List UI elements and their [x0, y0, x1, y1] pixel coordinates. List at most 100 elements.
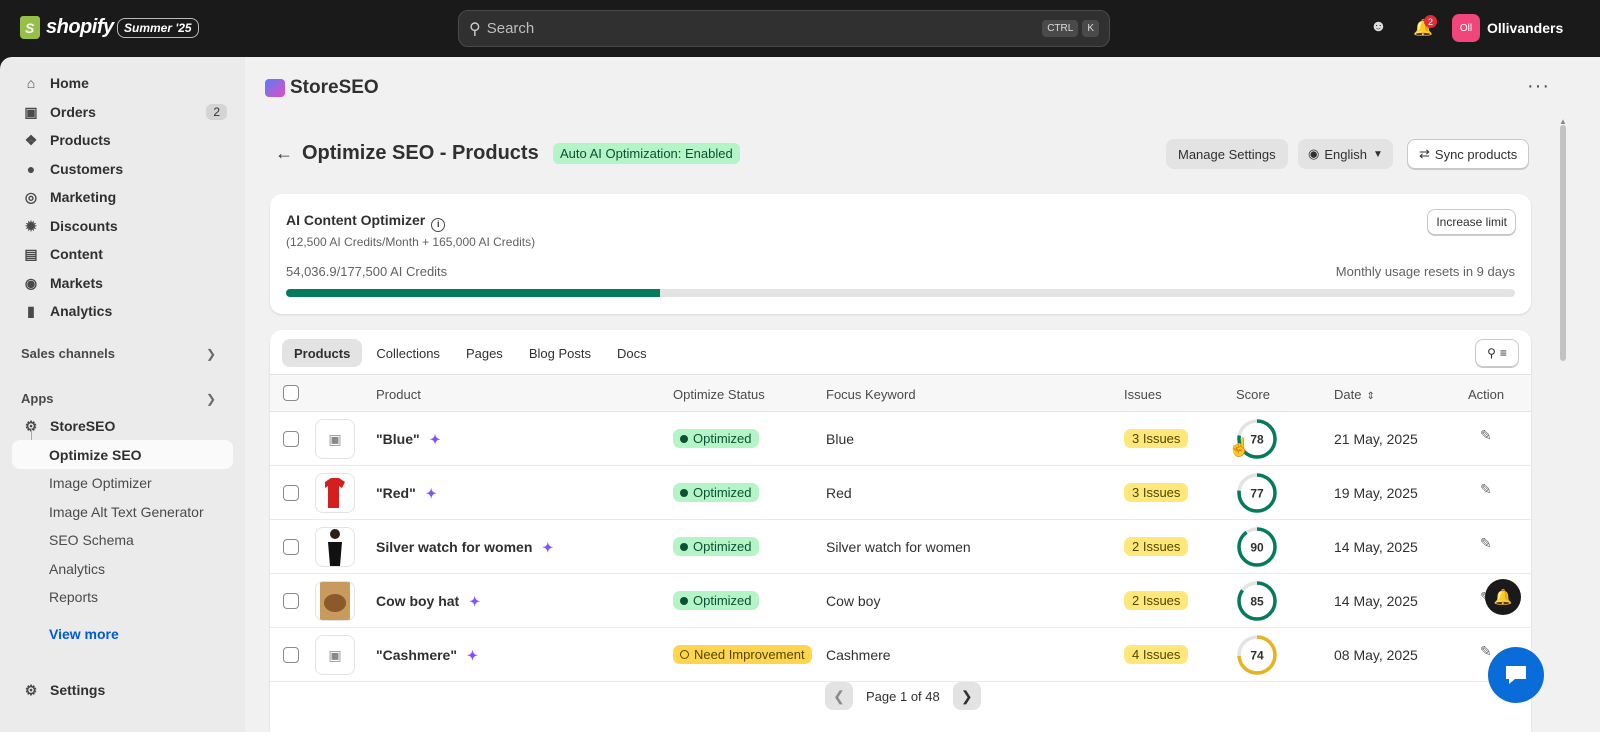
product-name[interactable]: "Red" ✦: [376, 485, 437, 502]
product-thumbnail: ▣: [315, 635, 355, 675]
image-placeholder-icon: ▣: [328, 430, 342, 447]
issues-badge[interactable]: 4 Issues: [1124, 645, 1189, 664]
issues-badge[interactable]: 3 Issues: [1124, 483, 1189, 502]
table-row[interactable]: ▣ "Blue" ✦ Optimized Blue 3 Issues 78 21 May, 2…: [270, 412, 1531, 466]
row-checkbox[interactable]: [283, 647, 299, 663]
table-row[interactable]: Cow boy hat ✦ Optimized Cow boy 2 Issues 85 14…: [270, 574, 1531, 628]
table-row[interactable]: ▣ "Cashmere" ✦ Need Improvement Cashmere 4 Is…: [270, 628, 1531, 682]
sidebar-sub-reports[interactable]: Reports: [49, 589, 98, 605]
apps-label[interactable]: Apps: [21, 391, 54, 406]
issues-badge[interactable]: 2 Issues: [1124, 537, 1189, 556]
chevron-down-icon: ▼: [1372, 148, 1383, 160]
issues-badge[interactable]: 3 Issues: [1124, 429, 1189, 448]
sidebar-item-storeseo[interactable]: ⚙ StoreSEO: [12, 412, 233, 440]
ai-sparkle-icon[interactable]: ✦: [469, 594, 480, 609]
issues-badge[interactable]: 2 Issues: [1124, 591, 1189, 610]
ai-sparkle-icon[interactable]: ✦: [430, 432, 441, 447]
more-options-icon[interactable]: ···: [1527, 75, 1550, 98]
sidebar-item-label: Analytics: [50, 303, 113, 319]
search-filter-button[interactable]: ⚲ ≡: [1475, 339, 1519, 367]
sidebar-item-content[interactable]: ▤ Content: [12, 240, 233, 268]
row-checkbox[interactable]: [283, 431, 299, 447]
select-all-checkbox[interactable]: [283, 385, 299, 401]
product-name[interactable]: Silver watch for women ✦: [376, 539, 553, 556]
tab-collections[interactable]: Collections: [364, 339, 452, 367]
score-ring: 85: [1237, 581, 1277, 621]
store-name[interactable]: Ollivanders: [1487, 20, 1563, 36]
storeseo-logo-icon: [265, 79, 285, 97]
product-name-text: "Blue": [376, 431, 420, 447]
row-checkbox[interactable]: [283, 485, 299, 501]
product-name[interactable]: "Blue" ✦: [376, 431, 441, 448]
tab-products[interactable]: Products: [282, 339, 363, 367]
sidebar-item-analytics[interactable]: ▮ Analytics: [12, 297, 233, 325]
info-icon[interactable]: i: [431, 218, 446, 232]
edit-icon[interactable]: ✎: [1480, 427, 1492, 444]
ai-sparkle-icon[interactable]: ✦: [467, 648, 478, 663]
optimize-status-badge: Optimized: [673, 429, 759, 448]
col-date[interactable]: Date ⇕: [1334, 387, 1375, 402]
sidebar-item-orders[interactable]: ▣ Orders 2: [12, 98, 233, 126]
search-input[interactable]: ⚲ Search CTRL K: [458, 10, 1110, 47]
chat-button[interactable]: [1488, 647, 1544, 703]
score-value: 77: [1250, 487, 1264, 501]
sidebar-item-marketing[interactable]: ◎ Marketing: [12, 183, 233, 211]
tab-pages[interactable]: Pages: [454, 339, 515, 367]
sidebar-sub-optimize-seo[interactable]: Optimize SEO: [49, 447, 142, 463]
sidebar-sub-seo-schema[interactable]: SEO Schema: [49, 532, 134, 548]
product-name[interactable]: "Cashmere" ✦: [376, 647, 478, 664]
edition-badge[interactable]: Summer '25: [117, 18, 199, 38]
sidebar-sub-analytics[interactable]: Analytics: [49, 561, 105, 577]
language-select[interactable]: ◉ English ▼: [1298, 139, 1393, 169]
product-name[interactable]: Cow boy hat ✦: [376, 593, 480, 610]
sidekick-icon[interactable]: ☻: [1370, 18, 1387, 36]
row-checkbox[interactable]: [283, 593, 299, 609]
increase-limit-button[interactable]: Increase limit: [1427, 209, 1516, 235]
sidebar-item-discounts[interactable]: ✹ Discounts: [12, 212, 233, 240]
store-avatar[interactable]: Oll: [1452, 14, 1480, 42]
edit-icon[interactable]: ✎: [1480, 643, 1492, 660]
table-row[interactable]: Silver watch for women ✦ Optimized Silver w…: [270, 520, 1531, 574]
tab-blog-posts[interactable]: Blog Posts: [517, 339, 603, 367]
discount-icon: ✹: [25, 217, 37, 234]
score-value: 74: [1250, 649, 1264, 663]
focus-keyword: Cow boy: [826, 593, 881, 609]
ai-sparkle-icon[interactable]: ✦: [542, 540, 553, 555]
ai-sparkle-icon[interactable]: ✦: [426, 486, 437, 501]
manage-settings-label: Manage Settings: [1178, 146, 1276, 162]
focus-keyword: Red: [826, 485, 852, 501]
manage-settings-button[interactable]: Manage Settings: [1166, 139, 1288, 169]
row-date: 21 May, 2025: [1334, 431, 1418, 447]
back-arrow-icon[interactable]: ←: [275, 143, 293, 164]
scrollbar-thumb[interactable]: [1560, 125, 1566, 361]
score-ring: 77: [1237, 473, 1277, 513]
row-checkbox[interactable]: [283, 539, 299, 555]
score-value: 78: [1250, 433, 1264, 447]
tab-docs[interactable]: Docs: [605, 339, 659, 367]
sidebar-item-settings[interactable]: ⚙ Settings: [12, 676, 233, 704]
chevron-right-icon[interactable]: ❯: [206, 392, 216, 406]
floating-bell-icon[interactable]: 🔔: [1485, 579, 1521, 615]
col-issues: Issues: [1124, 387, 1162, 402]
optimize-status-badge: Optimized: [673, 483, 759, 502]
sync-products-button[interactable]: ⇄ Sync products: [1407, 139, 1530, 169]
view-more-link[interactable]: View more: [49, 626, 119, 642]
sidebar-item-label: Discounts: [50, 218, 118, 234]
sidebar-item-home[interactable]: ⌂ Home: [12, 69, 233, 97]
prev-page-button[interactable]: ❮: [825, 682, 853, 710]
sales-channels-label[interactable]: Sales channels: [21, 346, 115, 361]
sidebar-sub-image-alt-text[interactable]: Image Alt Text Generator: [49, 504, 204, 520]
sidebar-item-markets[interactable]: ◉ Markets: [12, 269, 233, 297]
col-product: Product: [376, 387, 421, 402]
shopify-logo[interactable]: shopify: [20, 16, 114, 39]
sort-icon: ⇕: [1366, 391, 1375, 402]
edit-icon[interactable]: ✎: [1480, 535, 1492, 552]
sidebar-item-customers[interactable]: ● Customers: [12, 155, 233, 183]
edit-icon[interactable]: ✎: [1480, 481, 1492, 498]
globe-icon: ◉: [24, 274, 38, 291]
next-page-button[interactable]: ❯: [952, 682, 981, 710]
table-row[interactable]: "Red" ✦ Optimized Red 3 Issues 77 19 May, 2025…: [270, 466, 1531, 520]
sidebar-item-products[interactable]: ❖ Products: [12, 126, 233, 154]
chevron-right-icon[interactable]: ❯: [206, 347, 216, 361]
sidebar-sub-image-optimizer[interactable]: Image Optimizer: [49, 475, 152, 491]
